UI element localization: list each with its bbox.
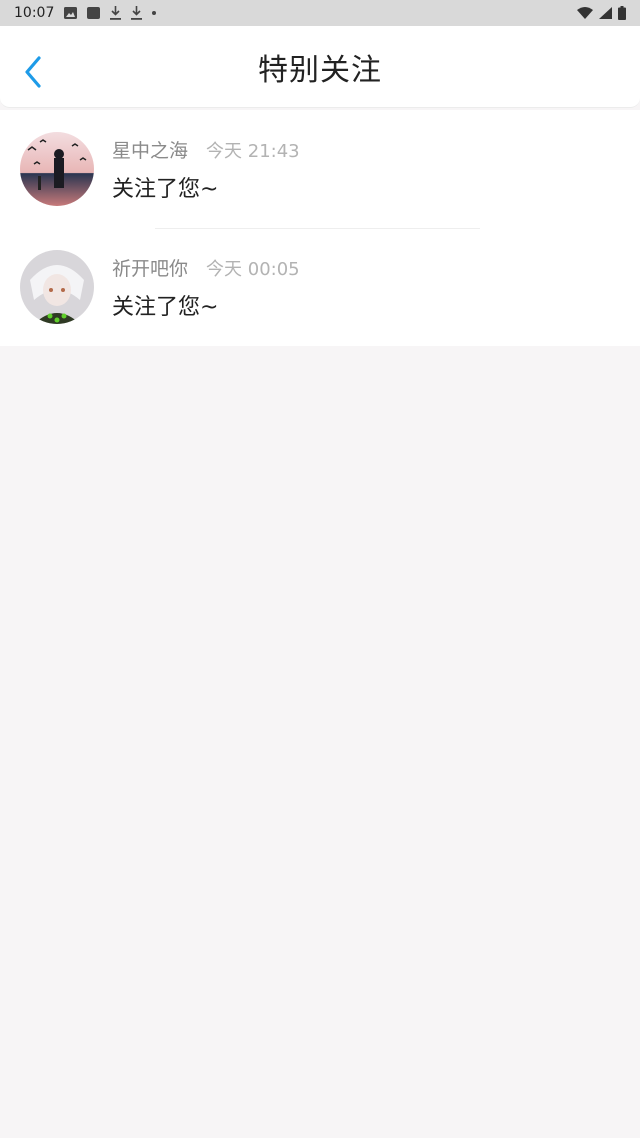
item-meta: 祈开吧你 今天 00:05 关注了您~ — [112, 254, 300, 321]
download-icon — [131, 6, 143, 20]
list-item[interactable]: 祈开吧你 今天 00:05 关注了您~ — [0, 228, 640, 346]
download-icon — [110, 6, 122, 20]
user-name[interactable]: 祈开吧你 — [112, 254, 188, 281]
dot-icon — [152, 11, 157, 15]
signal-icon — [599, 7, 612, 19]
page-title: 特别关注 — [258, 52, 382, 88]
message-text: 关注了您~ — [112, 294, 219, 320]
timestamp: 今天 00:05 — [206, 258, 300, 280]
message-text: 关注了您~ — [112, 176, 219, 202]
avatar[interactable] — [20, 250, 94, 324]
status-time: 10:07 — [14, 5, 55, 21]
app-header: 特别关注 — [0, 26, 640, 108]
wifi-icon — [577, 7, 593, 19]
timestamp: 今天 21:43 — [206, 140, 300, 162]
chevron-left-icon — [25, 56, 41, 88]
square-icon — [87, 7, 101, 19]
follow-list: 星中之海 今天 21:43 关注了您~ 祈开吧你 今天 00:05 关注了您~ — [0, 110, 640, 346]
image-icon — [64, 7, 78, 19]
back-button[interactable] — [18, 54, 48, 90]
avatar[interactable] — [20, 132, 94, 206]
list-item[interactable]: 星中之海 今天 21:43 关注了您~ — [0, 110, 640, 228]
battery-icon — [618, 6, 626, 20]
status-bar: 10:07 — [0, 0, 640, 26]
user-name[interactable]: 星中之海 — [112, 136, 188, 163]
item-meta: 星中之海 今天 21:43 关注了您~ — [112, 136, 300, 203]
